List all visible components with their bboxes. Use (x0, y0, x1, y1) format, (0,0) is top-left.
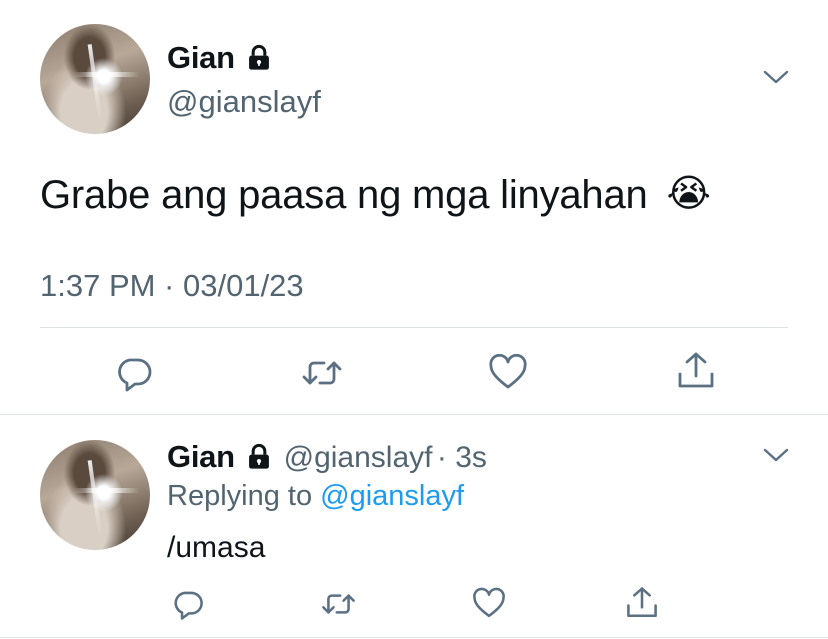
reply-tweet-bottom-divider (0, 637, 828, 638)
reply-tweet-text: /umasa (167, 531, 266, 564)
main-tweet-handle[interactable]: @gianslayf (167, 84, 321, 120)
retweet-icon (302, 361, 342, 385)
reply-reply-button[interactable] (171, 587, 205, 621)
reply-share-button[interactable] (625, 585, 659, 621)
replying-to-line: Replying to @gianslayf (167, 480, 464, 513)
reply-tweet-handle[interactable]: @gianslayf (284, 441, 433, 474)
reply-tweet-avatar[interactable] (40, 440, 150, 550)
share-icon (678, 352, 714, 388)
retweet-icon (322, 594, 355, 614)
reply-retweet-button[interactable] (320, 587, 357, 621)
chevron-down-icon (763, 70, 789, 84)
crying-face-emoji: 😭 (666, 173, 711, 215)
reply-tweet-header: Gian @gianslayf · 3s (167, 439, 487, 476)
main-share-button[interactable] (676, 350, 716, 392)
main-tweet-avatar[interactable] (40, 24, 150, 134)
main-tweet-text-row: Grabe ang paasa ng mga linyahan 😭 (40, 171, 711, 218)
reply-icon (118, 358, 152, 392)
main-reply-button[interactable] (114, 353, 154, 393)
reply-icon (174, 591, 203, 620)
chevron-down-icon (763, 448, 789, 462)
main-like-button[interactable] (488, 353, 528, 393)
reply-tweet-more-button[interactable] (762, 444, 790, 471)
main-tweet-timestamp[interactable]: 1:37 PM · 03/01/23 (40, 268, 304, 304)
main-tweet-display-name[interactable]: Gian (167, 40, 235, 75)
reply-tweet-age: · 3s (436, 441, 487, 474)
lock-icon (245, 443, 273, 476)
main-tweet-text: Grabe ang paasa ng mga linyahan (40, 173, 648, 217)
heart-icon (489, 353, 527, 389)
main-tweet-bottom-divider (0, 414, 828, 415)
reply-like-button[interactable] (472, 587, 506, 621)
share-icon (627, 587, 657, 618)
main-tweet-divider (40, 327, 788, 328)
main-retweet-button[interactable] (300, 353, 344, 393)
main-tweet-more-button[interactable] (762, 66, 790, 93)
heart-icon (473, 587, 505, 618)
reply-tweet-display-name[interactable]: Gian (167, 439, 235, 474)
lock-icon (245, 44, 273, 77)
main-tweet-header: Gian (167, 40, 273, 77)
replying-to-mention[interactable]: @gianslayf (320, 480, 464, 512)
replying-to-label: Replying to (167, 480, 313, 512)
